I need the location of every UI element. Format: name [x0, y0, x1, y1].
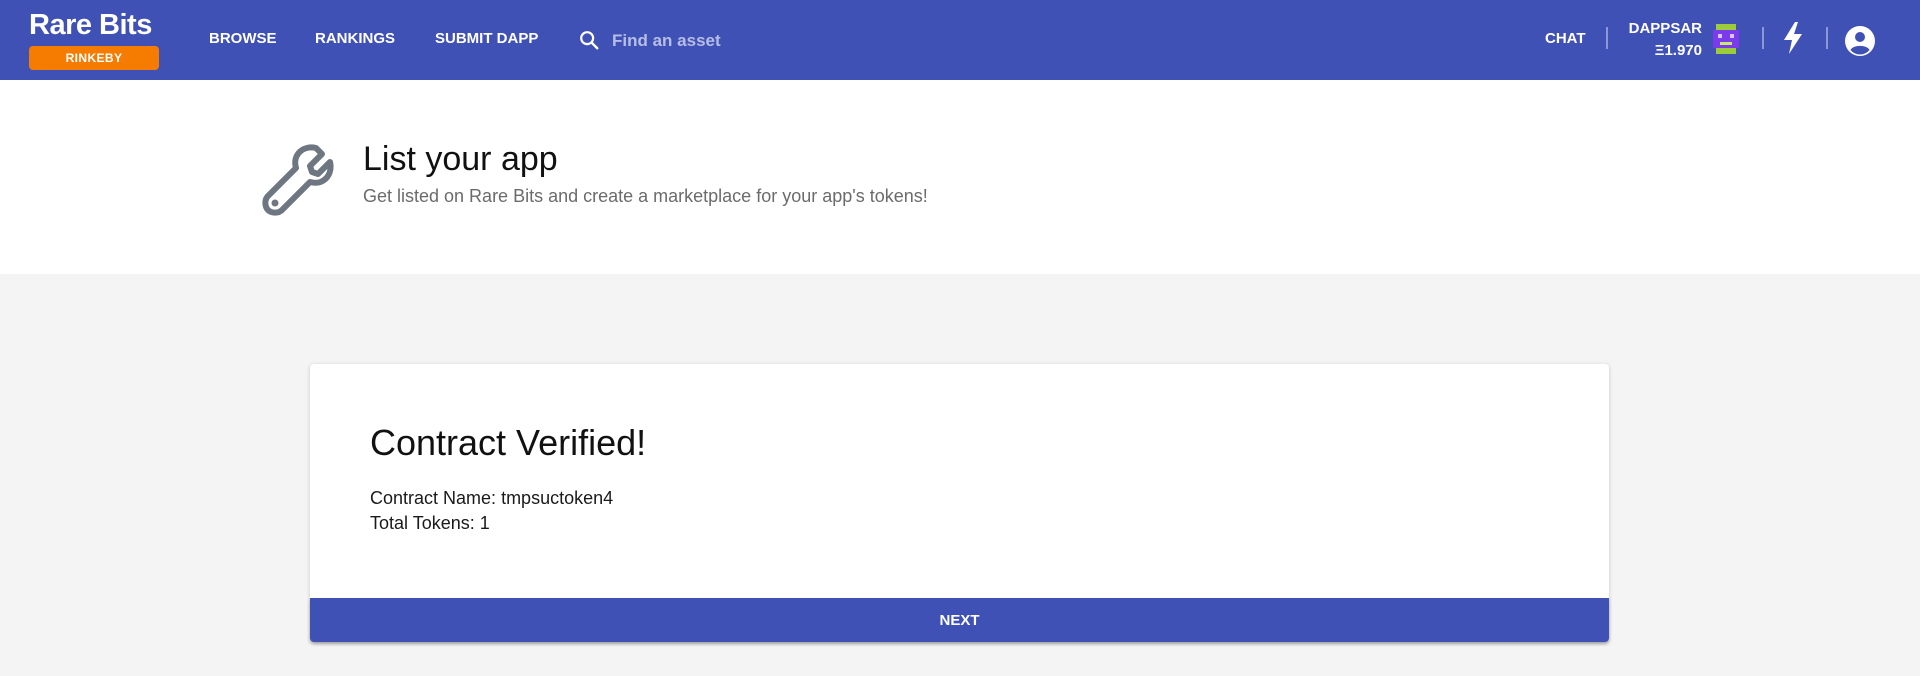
nav-submit-dapp[interactable]: SUBMIT DAPP	[435, 30, 538, 47]
search-input[interactable]	[610, 27, 894, 55]
nav-rankings[interactable]: RANKINGS	[315, 30, 395, 47]
network-badge: RINKEBY	[29, 46, 159, 70]
account-circle-icon[interactable]	[1844, 25, 1876, 57]
nav-browse[interactable]: BROWSE	[209, 30, 277, 47]
total-tokens-value: 1	[479, 513, 490, 533]
search-bar	[578, 27, 898, 55]
header-divider	[1826, 27, 1828, 49]
bolt-icon[interactable]	[1782, 22, 1804, 54]
header-divider	[1606, 27, 1608, 49]
next-button[interactable]: NEXT	[310, 598, 1609, 642]
brand-name[interactable]: Rare Bits	[29, 8, 159, 42]
user-balance: Ξ1.970	[1654, 42, 1702, 59]
contract-name-value: tmpsuctoken4	[501, 488, 614, 508]
nav-chat[interactable]: CHAT	[1545, 30, 1586, 47]
card-title: Contract Verified!	[370, 422, 647, 463]
user-name[interactable]: DAPPSAR	[1620, 20, 1702, 37]
contract-verified-card: Contract Verified! Contract Name: tmpsuc…	[310, 364, 1609, 642]
wrench-icon	[262, 144, 334, 216]
page-subtitle: Get listed on Rare Bits and create a mar…	[363, 186, 928, 206]
header-divider	[1762, 27, 1764, 49]
brand-logo[interactable]: Rare Bits RINKEBY	[29, 8, 159, 70]
contract-name-label: Contract Name:	[370, 488, 497, 508]
avatar[interactable]	[1710, 22, 1742, 56]
total-tokens-row: Total Tokens: 1	[370, 513, 490, 534]
total-tokens-label: Total Tokens:	[370, 513, 475, 533]
top-navigation-bar: Rare Bits RINKEBY BROWSE RANKINGS SUBMIT…	[0, 0, 1920, 80]
search-icon[interactable]	[578, 29, 600, 51]
contract-name-row: Contract Name: tmpsuctoken4	[370, 488, 613, 509]
page-header: List your app Get listed on Rare Bits an…	[0, 80, 1920, 274]
page-title: List your app	[363, 140, 558, 178]
